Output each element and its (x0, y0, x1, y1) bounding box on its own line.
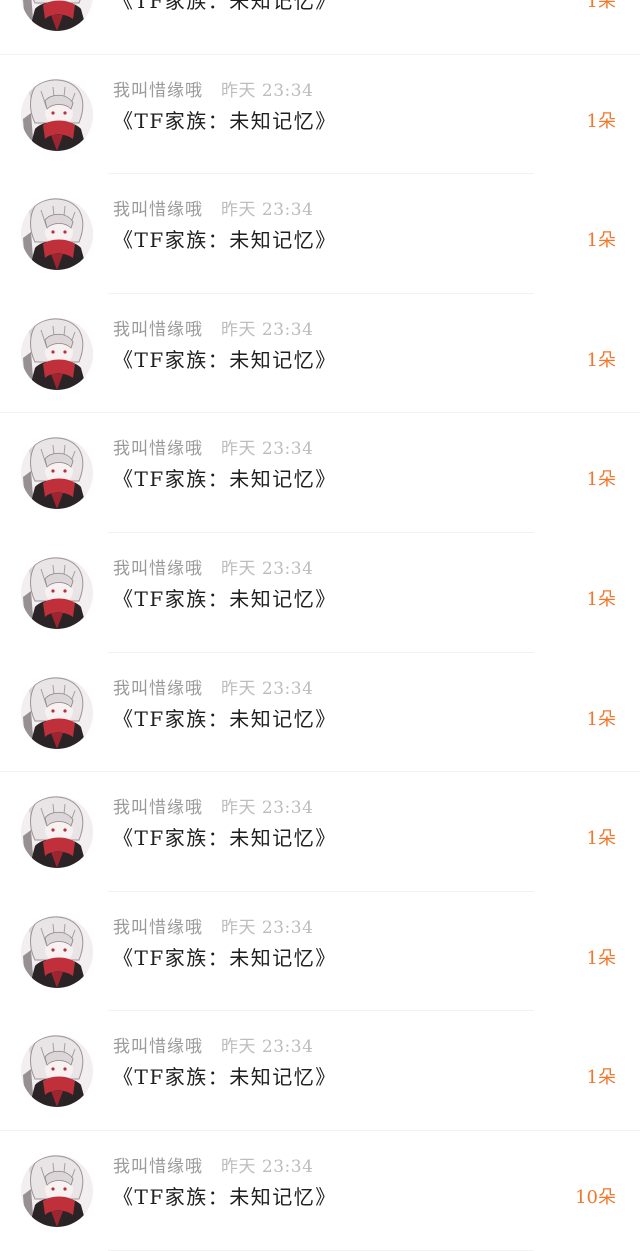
gift-record-item[interactable]: 我叫惜缘哦昨天 23:34 《TF家族：未知记忆》 1朵 (0, 174, 640, 294)
gift-record-list: 我叫惜缘哦昨天 23:34 《TF家族：未知记忆》 1朵 我叫惜缘哦昨天 (0, 0, 640, 1251)
anime-avatar-icon[interactable] (21, 437, 93, 510)
row-divider (108, 1249, 534, 1251)
username[interactable]: 我叫惜缘哦 (113, 679, 203, 699)
book-title[interactable]: 《TF家族：未知记忆》 (113, 0, 337, 15)
flower-count: 1朵 (586, 230, 616, 252)
flower-count: 1朵 (586, 1067, 616, 1089)
gift-record-item[interactable]: 我叫惜缘哦昨天 23:34 《TF家族：未知记忆》 1朵 (0, 294, 640, 414)
flower-count: 1朵 (586, 349, 616, 371)
record-meta: 我叫惜缘哦 昨天 23:34 (113, 80, 313, 102)
anime-avatar-icon[interactable] (21, 198, 93, 271)
book-title[interactable]: 《TF家族：未知记忆》 (113, 1183, 337, 1211)
anime-avatar-icon[interactable] (21, 0, 93, 31)
anime-avatar-icon[interactable] (21, 317, 93, 390)
timestamp: 昨天 23:34 (221, 200, 314, 221)
username[interactable]: 我叫惜缘哦 (113, 1157, 203, 1177)
anime-avatar-icon[interactable] (21, 796, 93, 869)
timestamp: 昨天 23:34 (221, 319, 314, 340)
record-meta: 我叫惜缘哦 昨天 23:34 (113, 319, 313, 341)
book-title[interactable]: 《TF家族：未知记忆》 (113, 944, 337, 972)
flower-count: 1朵 (586, 828, 616, 850)
flower-count: 1朵 (586, 0, 616, 12)
record-meta: 我叫惜缘哦 昨天 23:34 (113, 797, 313, 819)
flower-count: 1朵 (586, 588, 616, 610)
username[interactable]: 我叫惜缘哦 (113, 918, 203, 938)
timestamp: 昨天 23:34 (221, 439, 314, 460)
anime-avatar-icon[interactable] (21, 676, 93, 749)
book-title[interactable]: 《TF家族：未知记忆》 (113, 585, 337, 613)
anime-avatar-icon[interactable] (21, 915, 93, 988)
username[interactable]: 我叫惜缘哦 (113, 81, 203, 101)
anime-avatar-icon[interactable] (21, 556, 93, 629)
timestamp: 昨天 23:34 (221, 558, 314, 579)
username[interactable]: 我叫惜缘哦 (113, 1037, 203, 1057)
flower-count: 1朵 (586, 110, 616, 132)
book-title[interactable]: 《TF家族：未知记忆》 (113, 226, 337, 254)
gift-record-item[interactable]: 我叫惜缘哦 昨天 23:34 《TF家族：未知记忆》 10朵 (0, 1131, 640, 1251)
username[interactable]: 我叫惜缘哦 (113, 320, 203, 340)
record-meta: 我叫惜缘哦 昨天 23:34 (113, 438, 313, 460)
timestamp: 昨天 23:34 (221, 917, 314, 938)
gift-record-item[interactable]: 我叫惜缘哦昨天 23:34 《TF家族：未知记忆》 1朵 (0, 55, 640, 175)
username[interactable]: 我叫惜缘哦 (113, 559, 203, 579)
book-title[interactable]: 《TF家族：未知记忆》 (113, 107, 337, 135)
gift-record-item[interactable]: 我叫惜缘哦昨天 23:34 《TF家族：未知记忆》 1朵 (0, 653, 640, 773)
record-meta: 我叫惜缘哦 昨天 23:34 (113, 1036, 313, 1058)
book-title[interactable]: 《TF家族：未知记忆》 (113, 346, 337, 374)
record-meta: 我叫惜缘哦 昨天 23:34 (113, 917, 313, 939)
timestamp: 昨天 23:34 (221, 1156, 314, 1177)
flower-count: 1朵 (586, 708, 616, 730)
gift-record-item[interactable]: 我叫惜缘哦昨天 23:34 《TF家族：未知记忆》 1朵 (0, 772, 640, 892)
flower-count: 1朵 (586, 469, 616, 491)
flower-count: 10朵 (575, 1186, 616, 1208)
record-meta: 我叫惜缘哦 昨天 23:34 (113, 558, 313, 580)
timestamp: 昨天 23:34 (221, 1037, 314, 1058)
anime-avatar-icon[interactable] (21, 1154, 93, 1227)
username[interactable]: 我叫惜缘哦 (113, 798, 203, 818)
timestamp: 昨天 23:34 (221, 798, 314, 819)
gift-record-item[interactable]: 我叫惜缘哦昨天 23:34 《TF家族：未知记忆》 1朵 (0, 1011, 640, 1131)
anime-avatar-icon[interactable] (21, 78, 93, 151)
timestamp: 昨天 23:34 (221, 678, 314, 699)
book-title[interactable]: 《TF家族：未知记忆》 (113, 705, 337, 733)
gift-record-item[interactable]: 我叫惜缘哦昨天 23:34 《TF家族：未知记忆》 1朵 (0, 533, 640, 653)
username[interactable]: 我叫惜缘哦 (113, 439, 203, 459)
gift-record-item[interactable]: 我叫惜缘哦昨天 23:34 《TF家族：未知记忆》 1朵 (0, 413, 640, 533)
book-title[interactable]: 《TF家族：未知记忆》 (113, 824, 337, 852)
anime-avatar-icon[interactable] (21, 1035, 93, 1108)
book-title[interactable]: 《TF家族：未知记忆》 (113, 1063, 337, 1091)
username[interactable]: 我叫惜缘哦 (113, 200, 203, 220)
book-title[interactable]: 《TF家族：未知记忆》 (113, 465, 337, 493)
gift-record-item[interactable]: 我叫惜缘哦昨天 23:34 《TF家族：未知记忆》 1朵 (0, 892, 640, 1012)
timestamp: 昨天 23:34 (221, 80, 314, 101)
record-meta: 我叫惜缘哦 昨天 23:34 (113, 678, 313, 700)
record-meta: 我叫惜缘哦 昨天 23:34 (113, 199, 313, 221)
record-meta: 我叫惜缘哦 昨天 23:34 (113, 1156, 313, 1178)
gift-record-item[interactable]: 我叫惜缘哦昨天 23:34 《TF家族：未知记忆》 1朵 (0, 0, 640, 55)
flower-count: 1朵 (586, 947, 616, 969)
